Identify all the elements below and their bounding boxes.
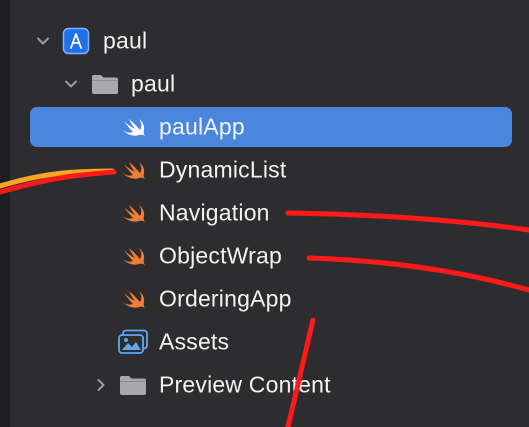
folder-icon	[92, 75, 118, 94]
file-row-navigation[interactable]: Navigation	[10, 192, 529, 234]
file-label: ObjectWrap	[159, 242, 283, 269]
file-label: Navigation	[159, 199, 270, 226]
swift-file-icon	[121, 162, 145, 179]
file-label: DynamicList	[159, 156, 287, 183]
folder-icon	[120, 376, 146, 395]
file-label: Assets	[159, 328, 230, 355]
asset-catalog-icon	[118, 329, 148, 354]
swift-file-icon	[121, 248, 145, 265]
swift-file-icon	[121, 205, 145, 222]
file-row-assets[interactable]: Assets	[10, 321, 529, 363]
file-label: OrderingApp	[159, 285, 292, 312]
swift-file-icon	[121, 291, 145, 308]
xcode-project-icon	[62, 27, 90, 55]
folder-label: Preview Content	[159, 371, 331, 398]
chevron-down-icon[interactable]	[62, 75, 80, 93]
project-row[interactable]: paul	[10, 20, 529, 62]
group-label: paul	[131, 70, 176, 97]
project-navigator-pane: paul paul paulApp DynamicList Navigation…	[10, 0, 529, 427]
project-label: paul	[103, 27, 148, 54]
file-row-objectwrap[interactable]: ObjectWrap	[10, 235, 529, 277]
swift-file-icon	[121, 119, 145, 136]
chevron-down-icon[interactable]	[34, 32, 52, 50]
editor-divider	[0, 0, 10, 427]
group-row-paul[interactable]: paul	[10, 63, 529, 105]
project-navigator-screenshot: paul paul paulApp DynamicList Navigation…	[0, 0, 529, 427]
file-row-dynamiclist[interactable]: DynamicList	[10, 149, 529, 191]
file-row-paulapp[interactable]: paulApp	[10, 106, 529, 148]
file-label: paulApp	[159, 113, 245, 140]
file-row-orderingapp[interactable]: OrderingApp	[10, 278, 529, 320]
group-row-preview-content[interactable]: Preview Content	[10, 364, 529, 406]
chevron-right-icon[interactable]	[92, 376, 110, 394]
